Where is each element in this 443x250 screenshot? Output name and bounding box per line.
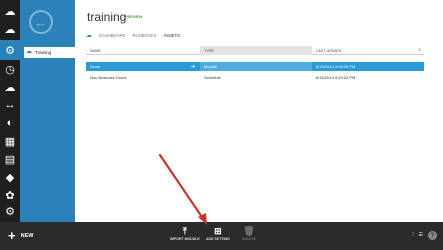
status-indicator[interactable]: 2 ☰ <box>412 232 423 238</box>
storage-icon[interactable]: ▤ <box>3 152 17 166</box>
status-count: 2 <box>411 232 415 238</box>
new-button[interactable]: + NEW <box>8 229 33 242</box>
row-arrow-icon[interactable]: ➔ <box>191 62 195 71</box>
cloud-small-icon: ☁ <box>26 49 32 55</box>
add-setting-label: ADD SETTING <box>206 237 230 241</box>
import-module-label: IMPORT MODULE <box>170 237 200 241</box>
navigation-panel <box>20 0 75 222</box>
row-last-update: 6/16/2014 4:49:24 PM <box>316 75 356 80</box>
tab-dashboard[interactable]: DASHBOARD <box>99 33 126 38</box>
database-icon[interactable]: ▦ <box>3 134 17 148</box>
page-title: training <box>87 10 127 24</box>
trash-icon: 🗑 <box>243 226 255 236</box>
row-type: Schedule <box>204 75 221 80</box>
preview-badge: PREVIEW <box>125 15 143 19</box>
column-header-last-update[interactable]: LAST UPDATE <box>312 46 412 55</box>
new-button-label: NEW <box>20 232 34 239</box>
plus-icon: + <box>8 228 16 243</box>
column-header-type[interactable]: TYPE <box>200 46 312 55</box>
automation-gear-icon[interactable]: ⚙ <box>0 40 20 60</box>
back-arrow-icon[interactable]: ← <box>29 10 53 34</box>
table-header: NAME TYPE LAST UPDATE ⌕ <box>86 46 424 55</box>
azure-portal-window: ☁ ☁ ⚙ ◷ ☁ ↔ ◐ ▦ ▤ ◆ ✿ ⚙ ← Training ☁ tra… <box>0 0 443 250</box>
tab-assets[interactable]: ASSETS <box>164 33 181 38</box>
cloud-upload-icon[interactable]: ☁ <box>3 80 17 94</box>
help-icon[interactable]: ? <box>428 231 437 240</box>
clock-icon[interactable]: ◷ <box>3 62 17 76</box>
search-icon[interactable]: ⌕ <box>418 47 421 53</box>
table-row[interactable]: Azure ➔ Module 6/13/2014 4:09:26 PM <box>86 62 424 71</box>
list-icon: ☰ <box>418 232 423 238</box>
delete-button[interactable]: 🗑 DELETE <box>242 225 256 241</box>
upload-icon: ⤒ <box>182 226 187 236</box>
row-name: Azure <box>90 64 101 69</box>
settings-icon[interactable]: ✿ <box>3 188 17 202</box>
cloud-services-icon[interactable]: ☁ <box>3 22 17 36</box>
tab-bar: ☁ DASHBOARD RUNBOOKS ASSETS <box>86 32 180 39</box>
service-rail: ☁ ☁ ⚙ ◷ ☁ ↔ ◐ ▦ ▤ ◆ ✿ ⚙ <box>0 0 20 222</box>
globe-icon[interactable]: ◐ <box>3 116 17 130</box>
import-module-button[interactable]: ⤒ IMPORT MODULE <box>170 225 200 241</box>
network-icon[interactable]: ↔ <box>3 98 17 112</box>
row-last-update: 6/13/2014 4:09:26 PM <box>316 64 356 69</box>
cloud-tab-icon[interactable]: ☁ <box>86 32 92 39</box>
add-setting-icon: ⊞ <box>214 226 222 236</box>
delete-label: DELETE <box>242 237 256 241</box>
add-setting-button[interactable]: ⊞ ADD SETTING <box>206 225 230 241</box>
tab-runbooks[interactable]: RUNBOOKS <box>133 33 157 38</box>
command-bar: + NEW ⤒ IMPORT MODULE ⊞ ADD SETTING 🗑 DE… <box>0 222 443 250</box>
table-row[interactable]: Non Business Hours Schedule 6/16/2014 4:… <box>86 73 424 82</box>
column-header-name[interactable]: NAME <box>86 46 200 55</box>
gear-icon[interactable]: ⚙ <box>3 204 17 218</box>
nav-item-label: Training <box>35 50 52 55</box>
row-name: Non Business Hours <box>90 75 127 80</box>
row-type: Module <box>204 64 218 69</box>
cloud-icon[interactable]: ☁ <box>3 4 17 18</box>
diamond-icon[interactable]: ◆ <box>3 170 17 184</box>
